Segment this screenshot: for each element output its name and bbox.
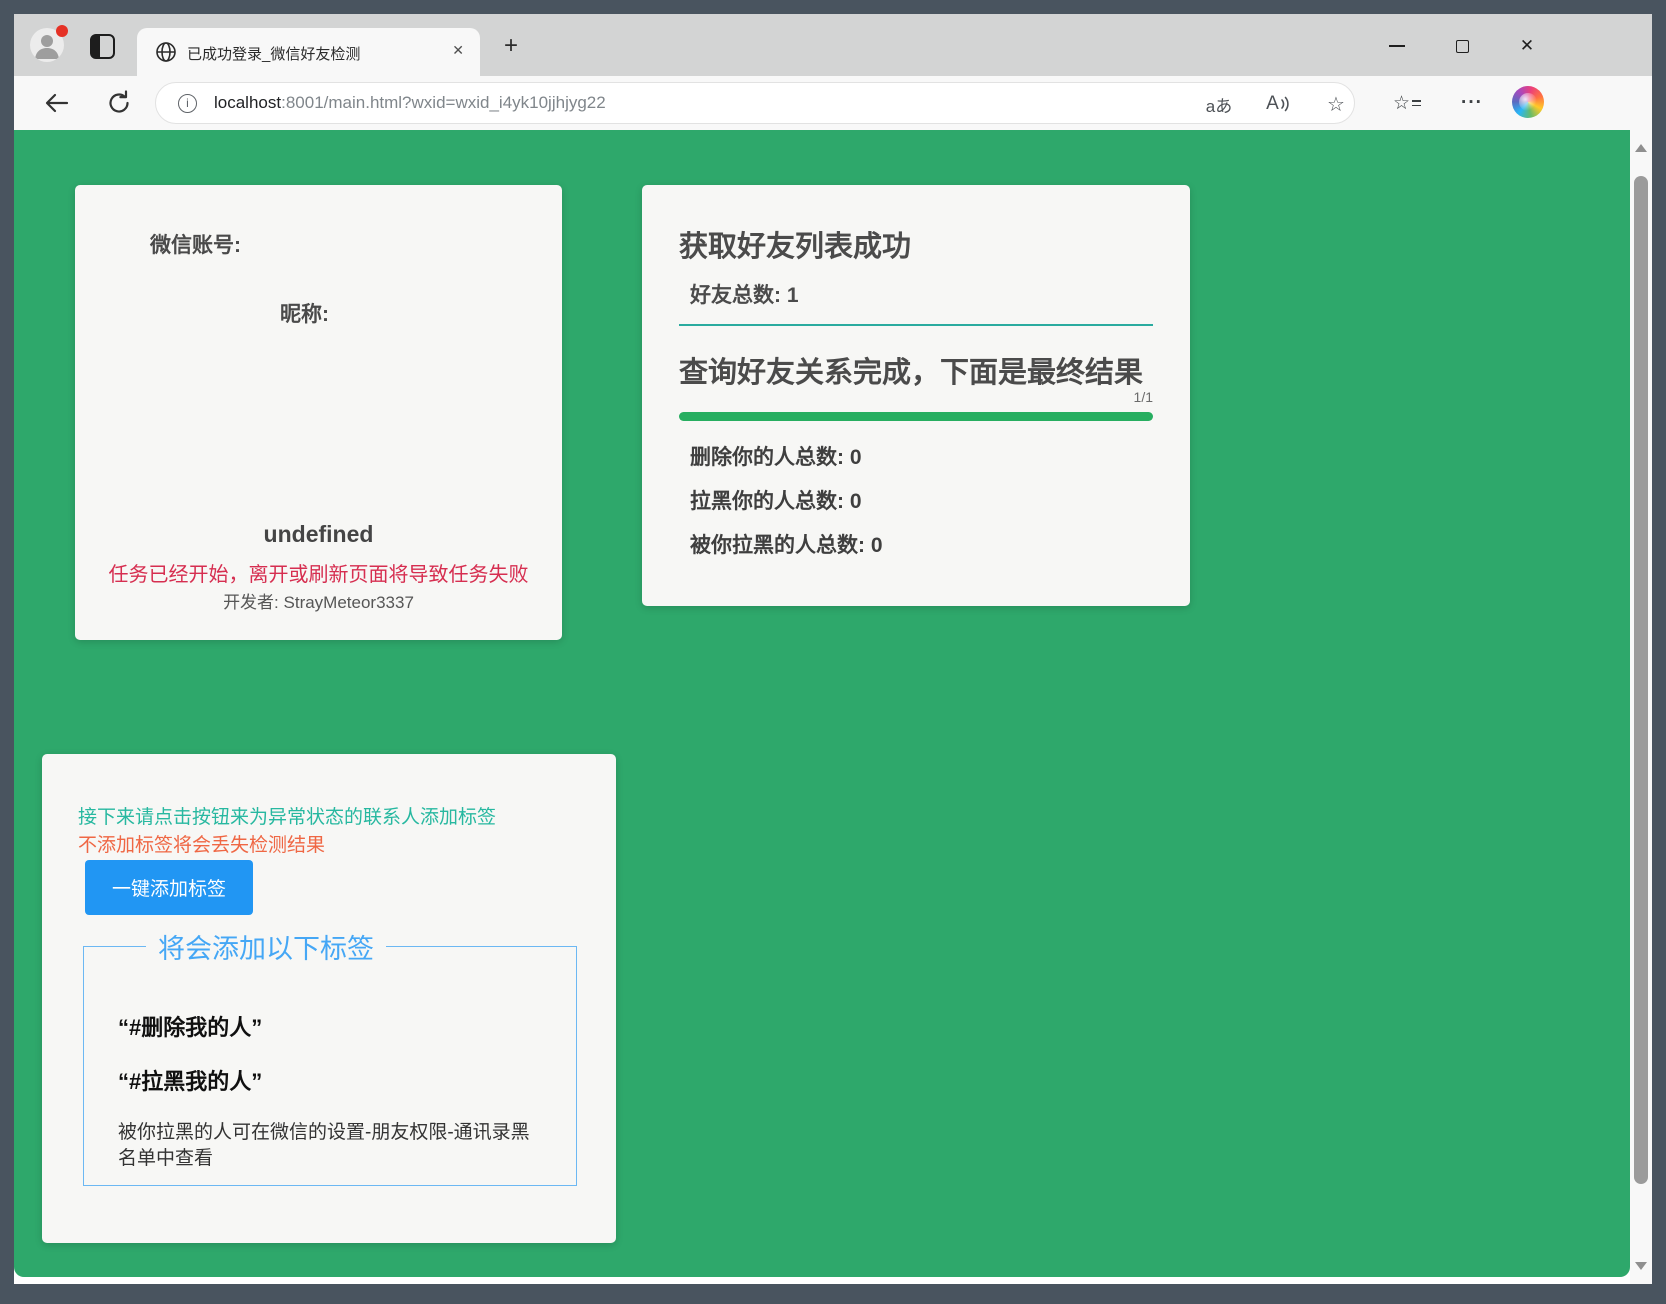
tag-instruction-orange: 不添加标签将会丢失检测结果	[78, 830, 325, 857]
nickname-label: 昵称:	[280, 298, 329, 328]
page-viewport: 微信账号: 昵称: undefined 任务已经开始，离开或刷新页面将导致任务失…	[14, 130, 1652, 1284]
progress-label: 1/1	[679, 389, 1153, 405]
maximize-icon	[1456, 40, 1469, 53]
vertical-scrollbar[interactable]	[1630, 130, 1652, 1284]
read-aloud-icon[interactable]: A	[1258, 91, 1298, 117]
progress-bar	[679, 412, 1153, 421]
blocked-you-count-text: 拉黑你的人总数: 0	[690, 485, 862, 515]
back-arrow-icon	[42, 88, 72, 118]
tag-card: 接下来请点击按钮来为异常状态的联系人添加标签 不添加标签将会丢失检测结果 一键添…	[42, 754, 616, 1243]
scroll-down-icon[interactable]	[1635, 1262, 1647, 1270]
globe-icon	[155, 41, 177, 63]
account-card: 微信账号: 昵称: undefined 任务已经开始，离开或刷新页面将导致任务失…	[75, 185, 562, 640]
refresh-icon	[104, 88, 134, 118]
teal-divider	[679, 324, 1153, 326]
tag-blocked-me: “#拉黑我的人”	[118, 1064, 556, 1096]
sound-waves-icon	[1280, 94, 1290, 114]
fetch-success-title: 获取好友列表成功	[679, 223, 911, 265]
query-complete-title: 查询好友关系完成，下面是最终结果	[679, 349, 1143, 391]
tag-deleted-me: “#删除我的人”	[118, 1010, 556, 1042]
favorites-bar-icon[interactable]: ☆	[1389, 88, 1425, 118]
url-path: :8001/main.html?wxid=wxid_i4yk10jjhjyg22	[281, 93, 606, 112]
close-window-button[interactable]: ✕	[1506, 28, 1548, 64]
more-options-icon[interactable]: ···	[1454, 88, 1490, 118]
tag-list-legend: 将会添加以下标签	[146, 927, 386, 966]
browser-titlebar: 已成功登录_微信好友检测 ✕ + ✕	[14, 14, 1652, 76]
result-card: 获取好友列表成功 好友总数: 1 查询好友关系完成，下面是最终结果 1/1 删除…	[642, 185, 1190, 606]
task-warning-text: 任务已经开始，离开或刷新页面将导致任务失败	[75, 558, 562, 587]
undefined-value: undefined	[75, 521, 562, 548]
page-background: 微信账号: 昵称: undefined 任务已经开始，离开或刷新页面将导致任务失…	[14, 130, 1630, 1277]
maximize-button[interactable]	[1441, 28, 1483, 64]
tag-instruction-teal: 接下来请点击按钮来为异常状态的联系人添加标签	[78, 802, 496, 829]
browser-tab[interactable]: 已成功登录_微信好友检测 ✕	[137, 28, 480, 76]
back-button[interactable]	[42, 88, 72, 118]
add-tags-button[interactable]: 一键添加标签	[85, 860, 253, 915]
browser-toolbar: i localhost:8001/main.html?wxid=wxid_i4y…	[14, 76, 1652, 130]
url-text: localhost:8001/main.html?wxid=wxid_i4yk1…	[214, 93, 606, 113]
scroll-up-icon[interactable]	[1635, 144, 1647, 152]
tag-list-fieldset: 将会添加以下标签 “#删除我的人” “#拉黑我的人” 被你拉黑的人可在微信的设置…	[83, 927, 577, 1186]
address-bar[interactable]: i localhost:8001/main.html?wxid=wxid_i4y…	[155, 82, 1355, 124]
deleted-count-text: 删除你的人总数: 0	[690, 441, 862, 471]
friend-total-text: 好友总数: 1	[690, 279, 799, 309]
url-host: localhost	[214, 93, 281, 112]
tab-title: 已成功登录_微信好友检测	[187, 43, 360, 64]
scrollbar-thumb[interactable]	[1634, 176, 1648, 1184]
favorite-star-icon[interactable]: ☆	[1318, 91, 1354, 117]
new-tab-button[interactable]: +	[496, 32, 526, 62]
favorites-lines	[1412, 100, 1421, 107]
blacklist-note: 被你拉黑的人可在微信的设置-朋友权限-通讯录黑名单中查看	[118, 1120, 542, 1172]
minimize-icon	[1389, 45, 1405, 47]
tab-close-icon[interactable]: ✕	[452, 42, 464, 59]
workspaces-icon-pane	[92, 36, 100, 57]
minimize-button[interactable]	[1376, 28, 1418, 64]
browser-window: 已成功登录_微信好友检测 ✕ + ✕	[0, 0, 1666, 1304]
copilot-icon[interactable]	[1512, 86, 1544, 118]
refresh-button[interactable]	[104, 88, 134, 118]
translate-icon[interactable]: aあ	[1196, 91, 1242, 117]
wechat-account-label: 微信账号:	[150, 229, 241, 259]
you-blocked-count-text: 被你拉黑的人总数: 0	[690, 529, 883, 559]
site-info-icon[interactable]: i	[178, 94, 197, 113]
developer-credit: 开发者: StrayMeteor3337	[75, 588, 562, 613]
workspaces-icon[interactable]	[90, 34, 115, 59]
notification-dot	[56, 25, 68, 37]
